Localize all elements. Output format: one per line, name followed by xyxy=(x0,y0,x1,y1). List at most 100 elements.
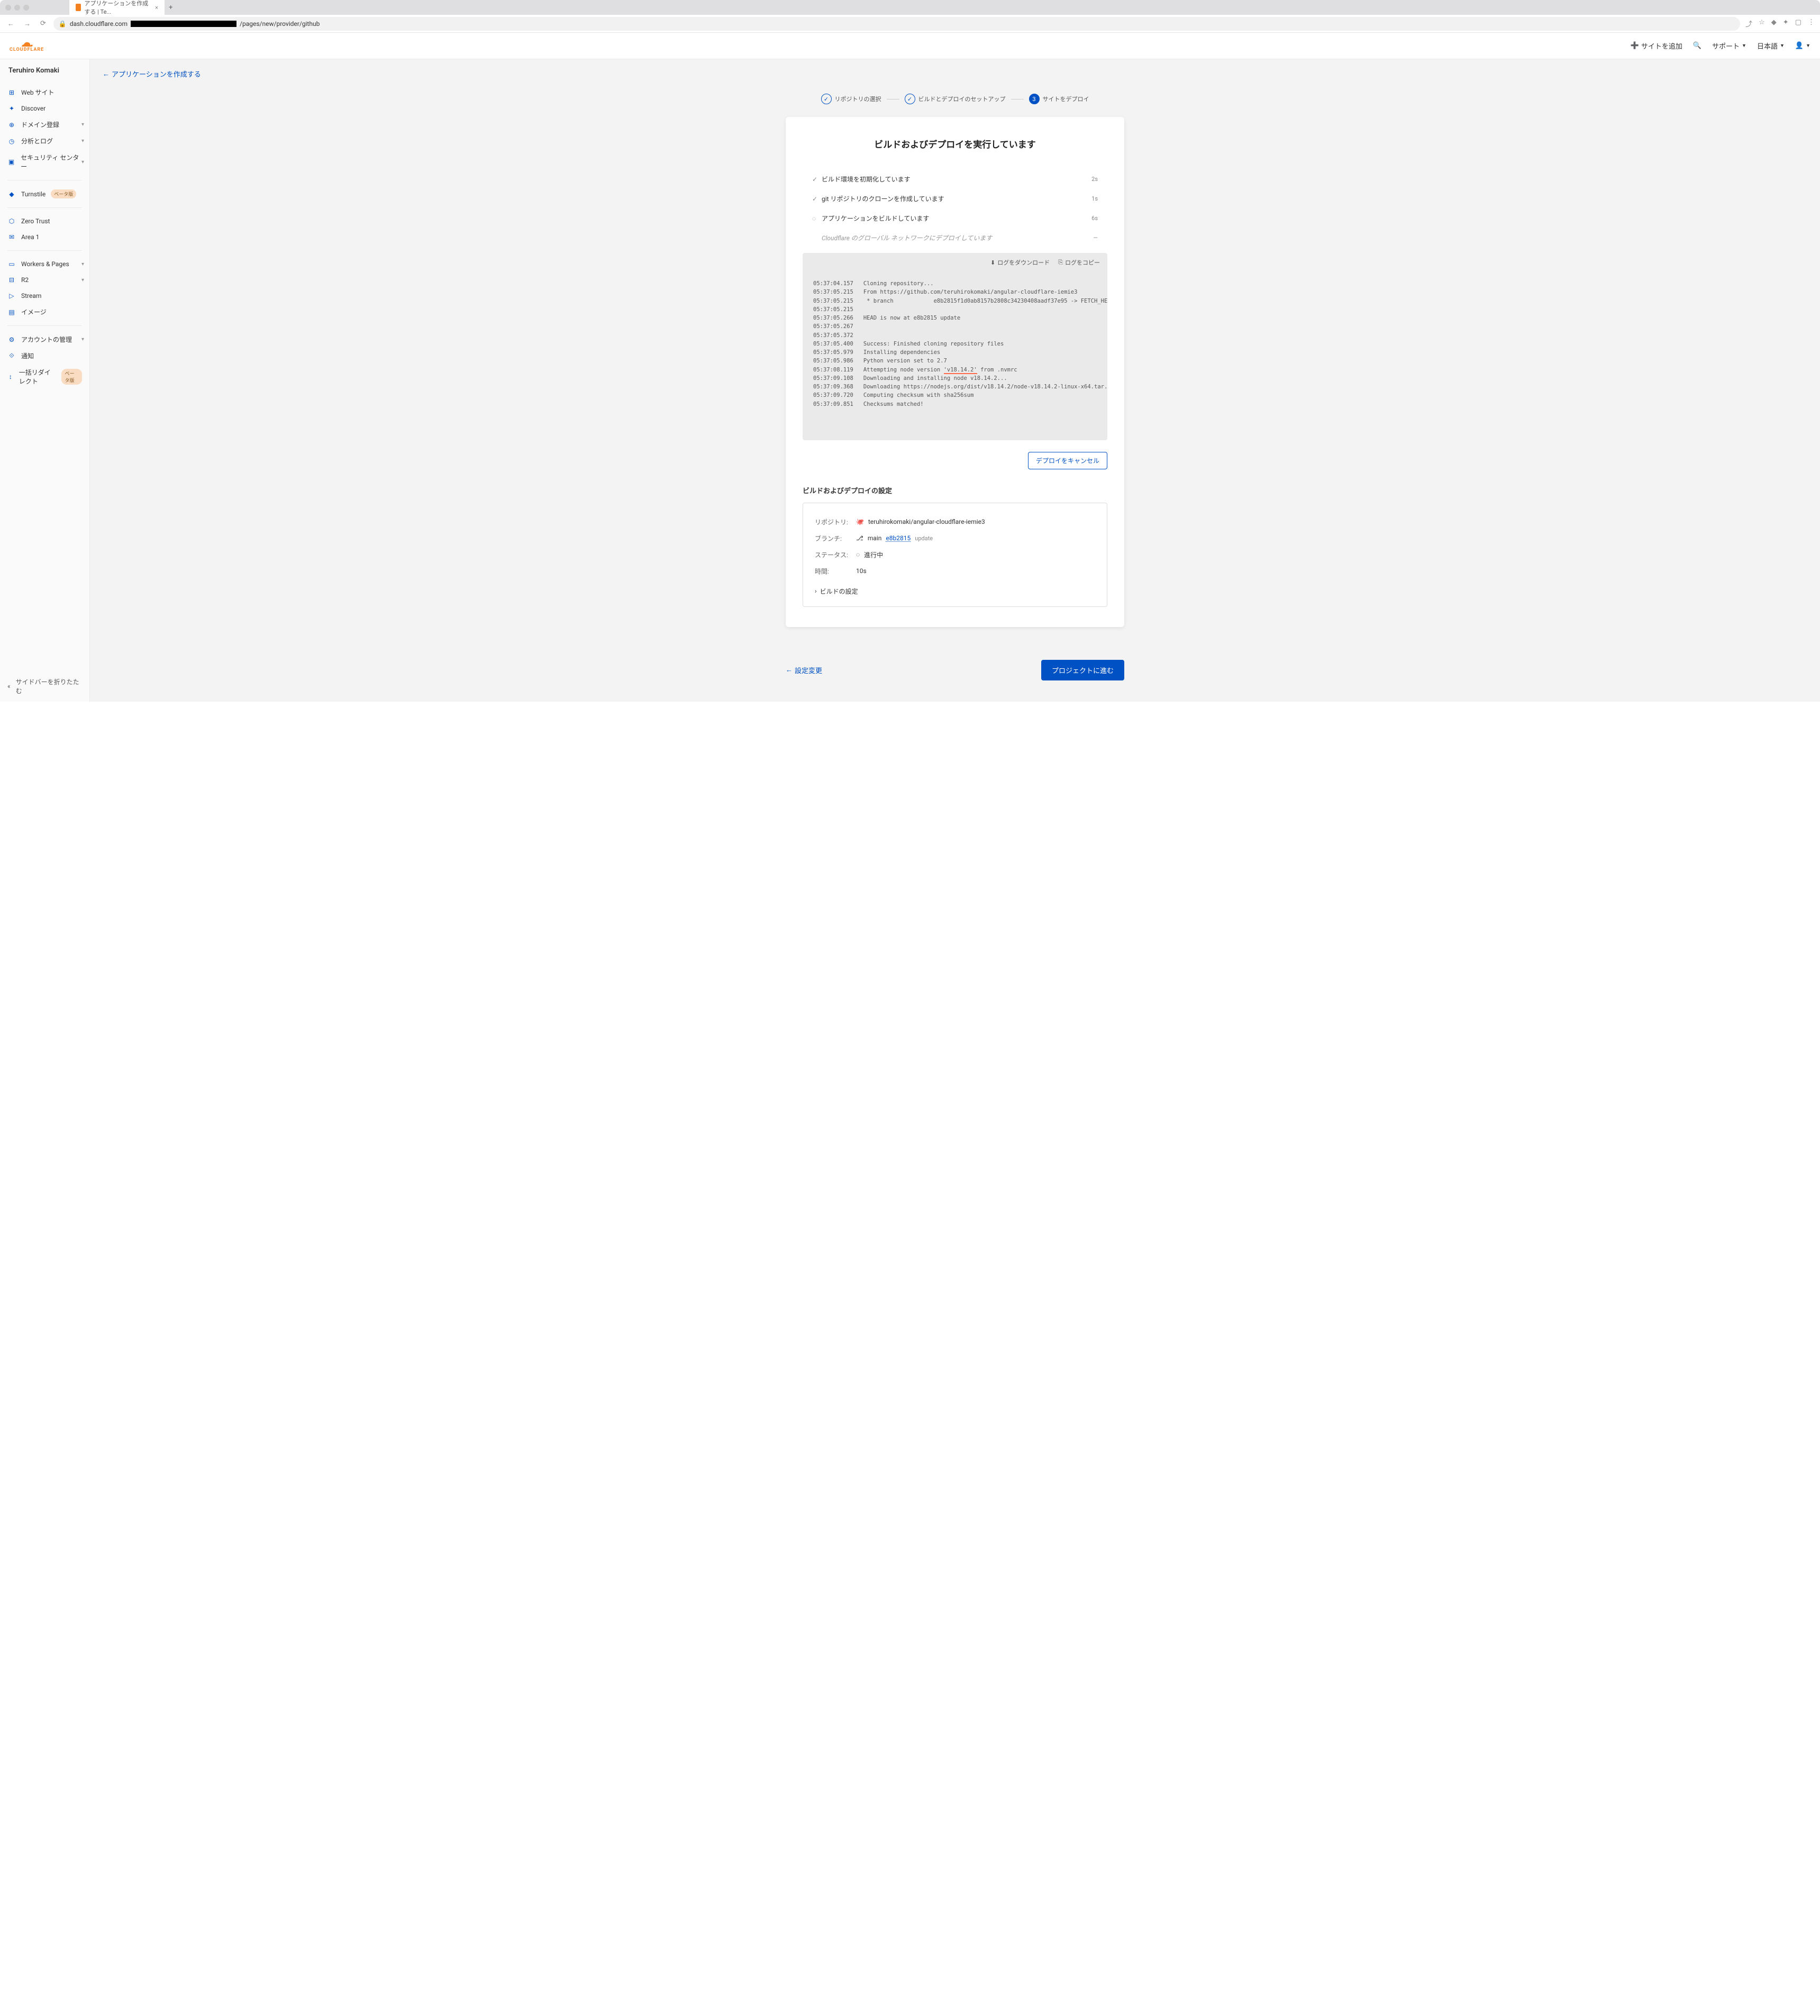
nav-icon: ⬡ xyxy=(7,217,16,225)
url-path: /pages/new/provider/github xyxy=(240,20,320,28)
sidebar-item[interactable]: ⚙アカウントの管理▾ xyxy=(0,331,89,348)
build-settings-expand[interactable]: › ビルドの設定 xyxy=(815,579,1095,596)
change-settings-link[interactable]: ← 設定変更 xyxy=(786,665,822,675)
nav-icon: ◆ xyxy=(7,190,16,198)
url-bar[interactable]: 🔒 dash.cloudflare.com/pages/new/provider… xyxy=(53,17,1740,31)
add-site-button[interactable]: ➕ サイトを追加 xyxy=(1631,41,1682,51)
step-3-icon: 3 xyxy=(1029,94,1040,104)
traffic-light-min[interactable] xyxy=(14,5,20,11)
tab-title: アプリケーションを作成する | Te... xyxy=(84,0,152,16)
chevron-down-icon: ▾ xyxy=(81,277,84,283)
arrow-left-icon: ← xyxy=(786,666,793,674)
spinner-icon: ◌ xyxy=(856,551,860,558)
nav-icon: ✦ xyxy=(7,104,16,113)
sidebar-item[interactable]: ⊟R2▾ xyxy=(0,272,89,288)
chevron-down-icon: ▾ xyxy=(81,122,84,128)
stepper: ✓リポジトリの選択 ✓ビルドとデプロイのセットアップ 3サイトをデプロイ xyxy=(103,88,1807,117)
sidebar-item[interactable]: ▭Workers & Pages▾ xyxy=(0,256,89,272)
browser-tab[interactable]: アプリケーションを作成する | Te... × xyxy=(69,0,165,19)
log-box: ⬇ ログをダウンロード ⎘ ログをコピー 05:37:04.157 Clonin… xyxy=(803,253,1107,440)
status-value: 進行中 xyxy=(864,550,883,559)
nav-icon: ◷ xyxy=(7,137,16,146)
url-host: dash.cloudflare.com xyxy=(70,20,128,28)
step-2-icon: ✓ xyxy=(905,94,915,104)
build-stage: ✓ビルド環境を初期化しています2s xyxy=(812,169,1098,189)
collapse-icon: « xyxy=(7,683,11,690)
page-title: ビルドおよびデプロイを実行しています xyxy=(803,137,1107,150)
nav-icon: ▣ xyxy=(7,158,15,166)
nav-icon: ⚙ xyxy=(7,335,16,344)
support-menu[interactable]: サポート ▼ xyxy=(1712,41,1746,51)
sidebar-item[interactable]: ⊞Web サイト xyxy=(0,84,89,101)
forward-button[interactable]: → xyxy=(22,19,33,29)
cancel-deploy-button[interactable]: デプロイをキャンセル xyxy=(1028,452,1107,469)
nav-icon: ⟐ xyxy=(7,352,16,360)
nav-icon: ▤ xyxy=(7,308,16,316)
copy-log-button[interactable]: ⎘ ログをコピー xyxy=(1058,258,1100,267)
build-stage: ◌アプリケーションをビルドしています6s xyxy=(812,208,1098,228)
branch-icon: ⎇ xyxy=(856,534,863,542)
sidebar-item[interactable]: ◷分析とログ▾ xyxy=(0,133,89,149)
user-menu[interactable]: 👤 ▼ xyxy=(1795,42,1810,50)
nav-icon: ✉ xyxy=(7,233,16,241)
sidebar-user: Teruhiro Komaki xyxy=(0,59,89,82)
sidebar-item[interactable]: ⊕ドメイン登録▾ xyxy=(0,116,89,133)
chevron-down-icon: ▾ xyxy=(81,159,84,165)
nav-icon: ▷ xyxy=(7,292,16,300)
language-menu[interactable]: 日本語 ▼ xyxy=(1757,41,1785,51)
chevron-down-icon: ▾ xyxy=(81,261,84,267)
chevron-right-icon: › xyxy=(815,587,817,595)
nav-icon: ⊕ xyxy=(7,121,16,129)
traffic-light-close[interactable] xyxy=(5,5,11,11)
time-value: 10s xyxy=(856,567,867,575)
nav-icon: ⊞ xyxy=(7,88,16,97)
nav-icon: ⊟ xyxy=(7,276,16,284)
cloudflare-logo[interactable]: CLOUDFLARE xyxy=(10,40,44,52)
repo-name: teruhirokomaki/angular-cloudflare-iemie3 xyxy=(868,518,985,525)
chevron-down-icon: ▾ xyxy=(81,138,84,144)
star-icon[interactable]: ☆ xyxy=(1759,19,1765,29)
sidebar-item[interactable]: ▤イメージ xyxy=(0,304,89,320)
back-link[interactable]: ← アプリケーションを作成する xyxy=(103,59,1807,88)
chevron-down-icon: ▾ xyxy=(81,337,84,342)
traffic-light-max[interactable] xyxy=(23,5,29,11)
lock-icon: 🔒 xyxy=(59,20,67,28)
sidebar-item[interactable]: ▣セキュリティ センター▾ xyxy=(0,149,89,175)
settings-box: リポジトリ: 🐙teruhirokomaki/angular-cloudflar… xyxy=(803,503,1107,607)
new-tab-button[interactable]: + xyxy=(165,2,177,14)
menu-icon[interactable]: ⋮ xyxy=(1808,19,1815,29)
build-stage: ✓git リポジトリのクローンを作成しています1s xyxy=(812,189,1098,208)
sidebar-item[interactable]: ✉Area 1 xyxy=(0,229,89,245)
sidebar-item[interactable]: ⬡Zero Trust xyxy=(0,213,89,229)
sidebar-item[interactable]: ◆Turnstileベータ版 xyxy=(0,186,89,202)
download-log-button[interactable]: ⬇ ログをダウンロード xyxy=(990,258,1050,267)
proceed-button[interactable]: プロジェクトに進む xyxy=(1041,660,1124,680)
extension-icon[interactable]: ◆ xyxy=(1771,19,1777,29)
commit-link[interactable]: e8b2815 xyxy=(886,534,911,542)
puzzle-icon[interactable]: ✦ xyxy=(1783,19,1789,29)
favicon-icon xyxy=(76,4,81,11)
nav-icon: ▭ xyxy=(7,260,16,268)
panel-icon[interactable]: ▢ xyxy=(1795,19,1801,29)
arrow-left-icon: ← xyxy=(103,70,110,78)
nav-icon: ↕ xyxy=(7,373,14,381)
sidebar-item[interactable]: ⟐通知 xyxy=(0,348,89,364)
reload-button[interactable]: ⟳ xyxy=(38,19,48,29)
branch-name: main xyxy=(868,534,882,542)
back-button[interactable]: ← xyxy=(5,19,16,29)
commit-message: update xyxy=(915,535,933,542)
sidebar-item[interactable]: ▷Stream xyxy=(0,288,89,304)
build-stage: Cloudflare のグローバル ネットワークにデプロイしています— xyxy=(812,228,1098,248)
github-icon: 🐙 xyxy=(856,518,864,525)
sidebar-item[interactable]: ↕一括リダイレクトベータ版 xyxy=(0,364,89,389)
collapse-sidebar[interactable]: « サイドバーを折りたたむ xyxy=(0,671,89,702)
settings-title: ビルドおよびデプロイの設定 xyxy=(803,485,1107,495)
sidebar-item[interactable]: ✦Discover xyxy=(0,101,89,116)
step-1-icon: ✓ xyxy=(821,94,832,104)
share-icon[interactable]: ⤴ xyxy=(1745,19,1752,29)
tab-close-icon[interactable]: × xyxy=(155,4,158,11)
url-redacted xyxy=(131,21,236,27)
search-icon[interactable]: 🔍 xyxy=(1693,42,1701,50)
sidebar: Teruhiro Komaki ⊞Web サイト✦Discover⊕ドメイン登録… xyxy=(0,59,90,702)
log-content: 05:37:04.157 Cloning repository... 05:37… xyxy=(803,272,1107,440)
